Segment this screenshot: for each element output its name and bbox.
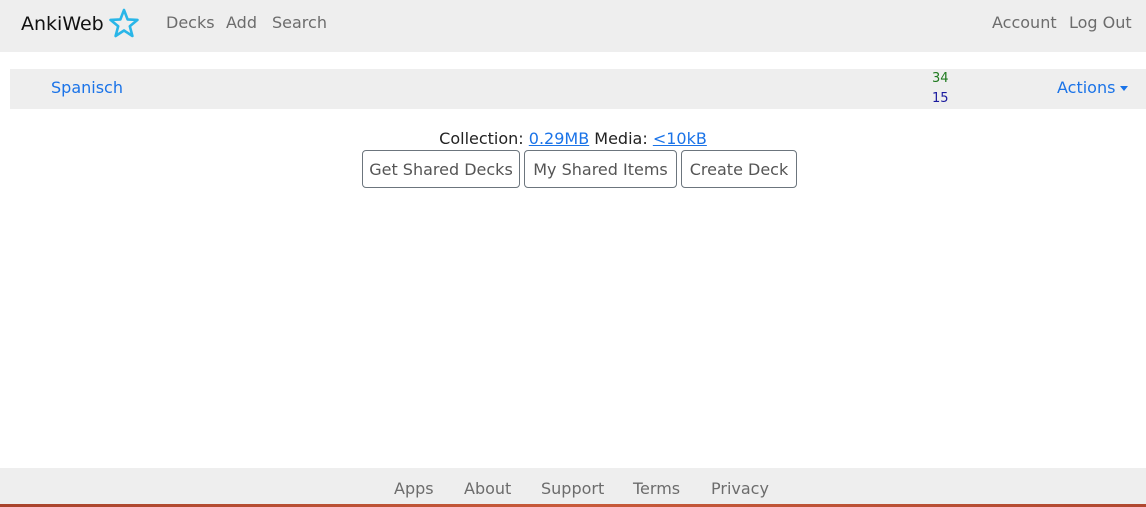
top-navbar: AnkiWeb Decks Add Search Account Log Out <box>0 0 1146 52</box>
nav-account[interactable]: Account <box>992 13 1057 32</box>
collection-size-link[interactable]: 0.29MB <box>529 129 589 148</box>
new-count: 15 <box>932 91 949 106</box>
footer-support[interactable]: Support <box>541 479 604 498</box>
actions-label: Actions <box>1057 78 1116 97</box>
footer-terms[interactable]: Terms <box>633 479 680 498</box>
media-size-link[interactable]: <10kB <box>653 129 707 148</box>
nav-log-out[interactable]: Log Out <box>1069 13 1132 32</box>
brand-name: AnkiWeb <box>21 13 104 35</box>
nav-decks[interactable]: Decks <box>166 13 215 32</box>
create-deck-button[interactable]: Create Deck <box>681 150 797 188</box>
nav-search[interactable]: Search <box>272 13 327 32</box>
media-label: Media: <box>594 129 648 148</box>
my-shared-items-button[interactable]: My Shared Items <box>524 150 677 188</box>
footer: Apps About Support Terms Privacy <box>0 468 1146 505</box>
footer-apps[interactable]: Apps <box>394 479 434 498</box>
footer-privacy[interactable]: Privacy <box>711 479 769 498</box>
caret-down-icon <box>1120 86 1129 91</box>
deck-row: Spanisch 34 15 Actions <box>10 69 1146 109</box>
get-shared-decks-button[interactable]: Get Shared Decks <box>362 150 520 188</box>
nav-add[interactable]: Add <box>226 13 257 32</box>
deck-name-link[interactable]: Spanisch <box>51 78 123 97</box>
due-count: 34 <box>932 71 949 86</box>
collection-info: Collection: 0.29MB Media: <10kB <box>0 129 1146 148</box>
brand-logo[interactable]: AnkiWeb <box>21 6 141 42</box>
footer-about[interactable]: About <box>464 479 511 498</box>
star-outline-icon <box>108 8 139 38</box>
collection-label: Collection: <box>439 129 524 148</box>
actions-dropdown[interactable]: Actions <box>1057 78 1129 97</box>
